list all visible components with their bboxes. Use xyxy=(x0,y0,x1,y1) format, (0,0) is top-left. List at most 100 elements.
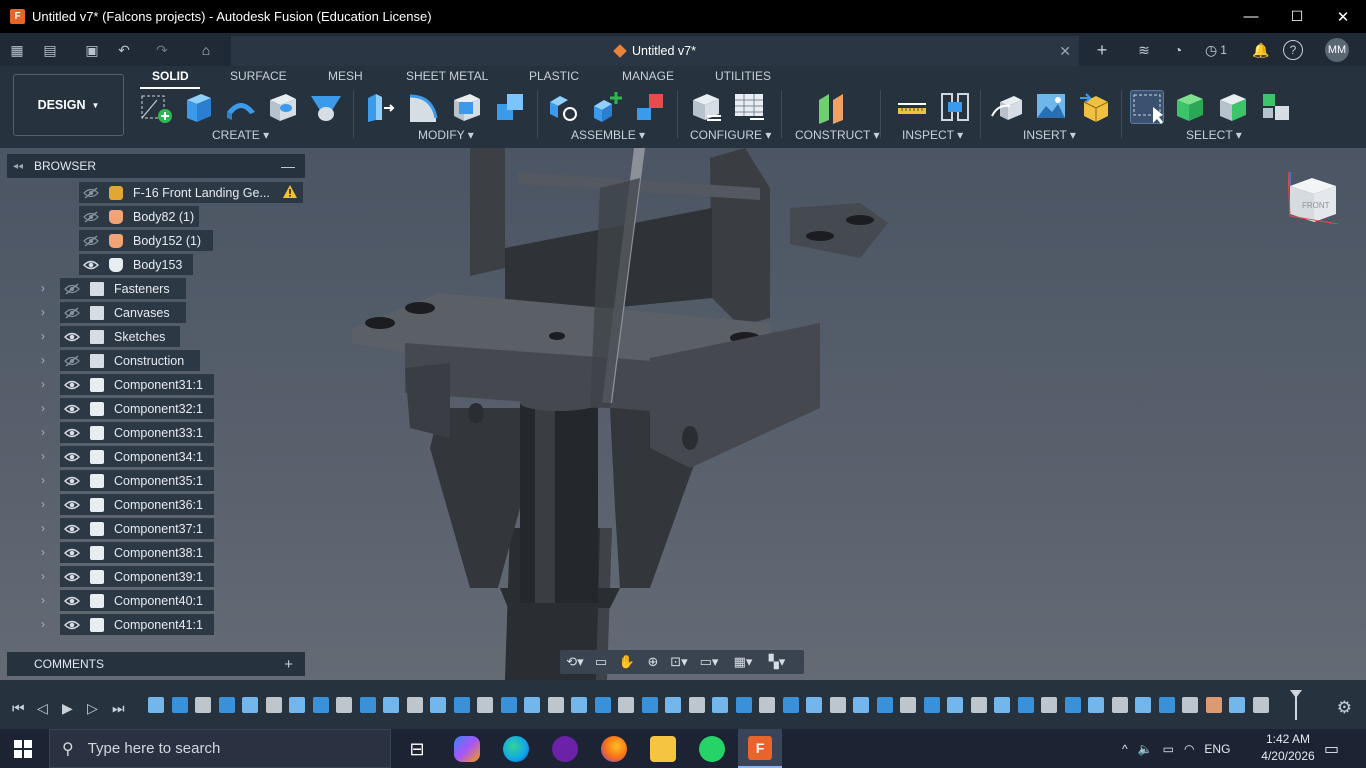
add-comment-button[interactable]: + xyxy=(284,656,293,673)
tab-untitled-v7[interactable]: Untitled v7* ✕ xyxy=(231,36,1079,66)
expand-chevron-icon[interactable]: › xyxy=(41,593,45,607)
visibility-eye-icon[interactable] xyxy=(64,451,80,463)
assemble-menu[interactable]: ASSEMBLE ▾ xyxy=(571,128,645,142)
user-avatar[interactable]: MM xyxy=(1325,38,1349,62)
visibility-eye-icon[interactable] xyxy=(64,354,80,367)
shell-button[interactable] xyxy=(450,90,484,124)
minimize-panel-icon[interactable]: — xyxy=(281,158,295,174)
timeline-feature-icon[interactable] xyxy=(1252,697,1269,713)
look-at-icon[interactable]: ▭ xyxy=(590,653,612,671)
inspect-menu[interactable]: INSPECT ▾ xyxy=(902,128,963,142)
expand-chevron-icon[interactable]: › xyxy=(41,305,45,319)
expand-chevron-icon[interactable]: › xyxy=(41,545,45,559)
view-cube[interactable]: FRONT xyxy=(1287,171,1339,225)
revolve-button[interactable] xyxy=(224,90,258,124)
browser-tree-row[interactable]: Body82 (1) xyxy=(79,206,199,227)
configure-menu[interactable]: CONFIGURE ▾ xyxy=(690,128,771,142)
browser-tree-row[interactable]: Component33:1 xyxy=(60,422,214,443)
select-body-button[interactable] xyxy=(1173,90,1207,124)
browser-tree-row[interactable]: F-16 Front Landing Ge... xyxy=(79,182,303,203)
insert-canvas-button[interactable] xyxy=(1034,90,1068,124)
file-menu-icon[interactable]: ▤ xyxy=(40,40,60,60)
create-menu[interactable]: CREATE ▾ xyxy=(212,128,269,142)
browser-tree-row[interactable]: Component39:1 xyxy=(60,566,214,587)
browser-tree-row[interactable]: Body153 xyxy=(79,254,193,275)
rigid-group-button[interactable] xyxy=(633,90,667,124)
timeline-feature-icon[interactable] xyxy=(1017,697,1034,713)
expand-chevron-icon[interactable]: › xyxy=(41,377,45,391)
timeline-feature-icon[interactable] xyxy=(1111,697,1128,713)
browser-tree-row[interactable]: Body152 (1) xyxy=(79,230,213,251)
browser-tree-row[interactable]: Component37:1 xyxy=(60,518,214,539)
browser-tree-row[interactable]: Sketches xyxy=(60,326,180,347)
timeline-feature-icon[interactable] xyxy=(289,697,305,713)
sweep-button[interactable] xyxy=(309,90,343,124)
tab-plastic[interactable]: PLASTIC xyxy=(529,69,579,83)
expand-chevron-icon[interactable]: › xyxy=(41,569,45,583)
timeline-feature-icon[interactable] xyxy=(1158,697,1175,713)
timeline-marker-icon[interactable] xyxy=(1290,690,1302,720)
visibility-eye-icon[interactable] xyxy=(83,259,99,271)
timeline-feature-icon[interactable] xyxy=(1182,697,1198,713)
fillet-button[interactable] xyxy=(406,90,440,124)
modify-menu[interactable]: MODIFY ▾ xyxy=(418,128,474,142)
wifi-icon[interactable]: ◠ xyxy=(1184,742,1194,756)
visibility-eye-icon[interactable] xyxy=(64,595,80,607)
timeline-feature-icon[interactable] xyxy=(218,697,235,713)
timeline-start-icon[interactable]: ⏮ xyxy=(12,700,25,717)
maximize-button[interactable]: ☐ xyxy=(1274,0,1320,33)
timeline-feature-icon[interactable] xyxy=(500,697,517,713)
help-icon[interactable]: ? xyxy=(1283,40,1303,60)
visibility-eye-icon[interactable] xyxy=(64,306,80,319)
data-panel-grid-icon[interactable]: ▦ xyxy=(7,40,27,60)
expand-chevron-icon[interactable]: › xyxy=(41,353,45,367)
timeline-feature-icon[interactable] xyxy=(453,697,470,713)
browser-tree-row[interactable]: Component34:1 xyxy=(60,446,214,467)
zoom-icon[interactable]: ⊕ xyxy=(642,653,664,671)
timeline-feature-icon[interactable] xyxy=(923,697,940,713)
select-face-button[interactable] xyxy=(1216,90,1250,124)
timeline-feature-icon[interactable] xyxy=(265,697,282,713)
notification-center-icon[interactable]: ▭ xyxy=(1324,739,1339,759)
expand-chevron-icon[interactable]: › xyxy=(41,449,45,463)
browser-tree-row[interactable]: Component38:1 xyxy=(60,542,214,563)
tab-utilities[interactable]: UTILITIES xyxy=(715,69,771,83)
expand-chevron-icon[interactable]: › xyxy=(41,617,45,631)
timeline-feature-icon[interactable] xyxy=(876,697,893,713)
taskbar-fusion-active[interactable]: F xyxy=(738,729,782,768)
vpn-app-icon[interactable] xyxy=(552,736,578,762)
tab-sheet-metal[interactable]: SHEET METAL xyxy=(406,69,488,83)
browser-tree-row[interactable]: Canvases xyxy=(60,302,186,323)
timeline-play-icon[interactable]: ▶ xyxy=(62,700,73,717)
comments-panel[interactable]: COMMENTS + xyxy=(7,652,305,676)
visibility-eye-icon[interactable] xyxy=(83,234,99,247)
timeline-feature-icon[interactable] xyxy=(477,697,493,713)
visibility-eye-icon[interactable] xyxy=(64,619,80,631)
expand-chevron-icon[interactable]: › xyxy=(41,473,45,487)
taskbar-search-box[interactable]: ⚲ Type here to search xyxy=(49,729,391,768)
tab-mesh[interactable]: MESH xyxy=(328,69,363,83)
tab-manage[interactable]: MANAGE xyxy=(622,69,674,83)
grid-settings-icon[interactable]: ▦▾ xyxy=(728,653,758,671)
create-sketch-button[interactable] xyxy=(139,90,173,124)
minimize-button[interactable]: — xyxy=(1228,0,1274,33)
timeline-feature-icon[interactable] xyxy=(853,697,869,713)
configure-table-button[interactable] xyxy=(689,90,723,124)
windows-start-icon[interactable] xyxy=(14,740,32,758)
timeline-feature-icon[interactable] xyxy=(195,697,211,713)
timeline-feature-icon[interactable] xyxy=(148,697,164,713)
visibility-eye-icon[interactable] xyxy=(64,331,80,343)
undo-icon[interactable]: ↶ xyxy=(114,40,134,60)
insert-menu[interactable]: INSERT ▾ xyxy=(1023,128,1076,142)
language-indicator[interactable]: ENG xyxy=(1204,742,1230,756)
offset-plane-button[interactable] xyxy=(815,90,849,124)
tab-solid[interactable]: SOLID xyxy=(152,69,189,83)
whatsapp-icon[interactable] xyxy=(699,736,725,762)
battery-icon[interactable]: ▭ xyxy=(1163,742,1174,756)
visibility-eye-icon[interactable] xyxy=(64,475,80,487)
visibility-eye-icon[interactable] xyxy=(83,186,99,199)
timeline-feature-icon[interactable] xyxy=(1064,697,1081,713)
chevron-up-icon[interactable]: ^ xyxy=(1122,742,1128,756)
timeline-feature-icon[interactable] xyxy=(688,697,705,713)
tab-close-icon[interactable]: ✕ xyxy=(1059,43,1071,60)
